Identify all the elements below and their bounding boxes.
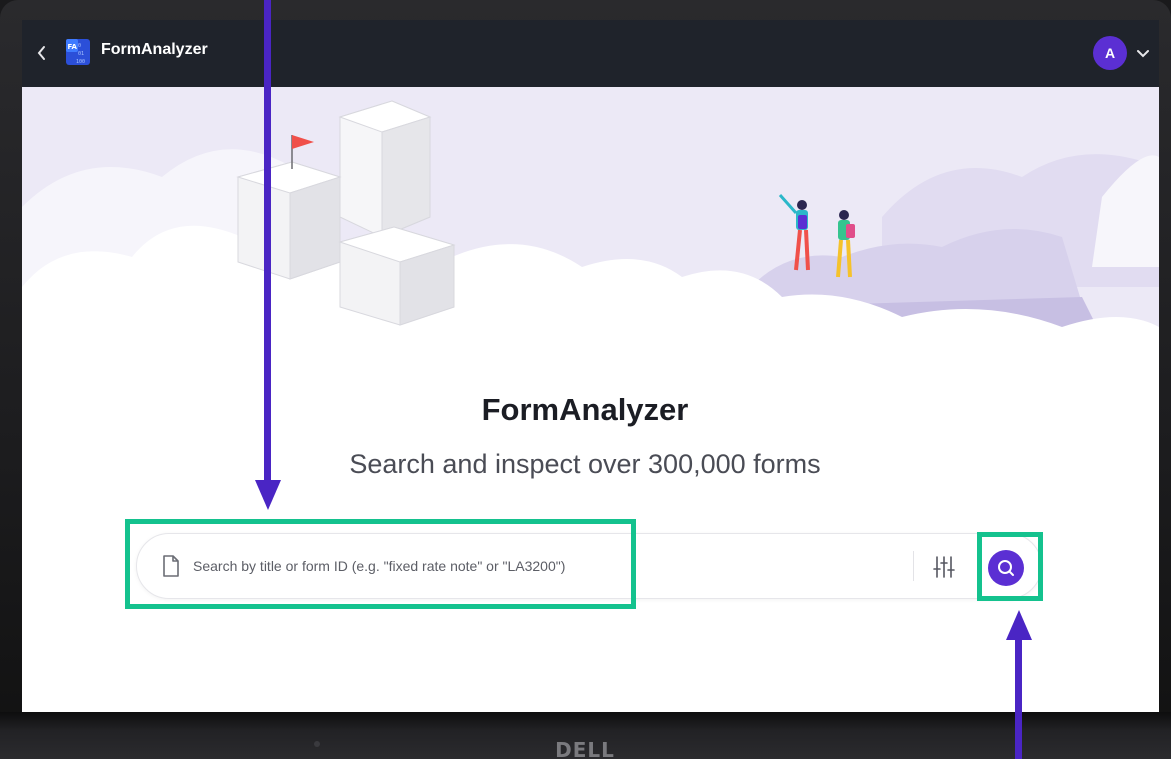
sliders-icon[interactable] <box>931 553 957 581</box>
app-header: FA 0 01 100 FormAnalyzer A <box>22 20 1159 87</box>
chevron-down-icon[interactable] <box>1134 42 1152 64</box>
avatar-initial: A <box>1104 45 1116 61</box>
search-input-highlight <box>125 519 636 609</box>
user-avatar[interactable]: A <box>1093 36 1127 70</box>
page-title: FormAnalyzer <box>481 392 689 427</box>
svg-text:FA: FA <box>68 43 78 51</box>
hero-illustration <box>22 87 1159 377</box>
app-title: FormAnalyzer <box>101 41 208 58</box>
search-button-highlight <box>977 532 1043 601</box>
arrow-down-icon <box>255 480 281 510</box>
page-subtitle: Search and inspect over 300,000 forms <box>349 449 821 479</box>
formanalyzer-logo-icon: FA 0 01 100 <box>66 39 90 65</box>
svg-text:0: 0 <box>78 43 81 49</box>
chevron-left-icon <box>37 46 45 60</box>
sensor-dot <box>314 741 320 747</box>
back-button[interactable] <box>30 40 54 66</box>
annotation-arrow-line <box>1015 638 1022 759</box>
svg-text:01: 01 <box>78 51 84 57</box>
svg-text:100: 100 <box>76 59 85 65</box>
search-divider <box>913 551 914 581</box>
clouds-illustration-icon <box>22 100 1159 377</box>
annotation-arrow-line <box>264 0 271 486</box>
brand-logo: DELL <box>555 738 615 759</box>
